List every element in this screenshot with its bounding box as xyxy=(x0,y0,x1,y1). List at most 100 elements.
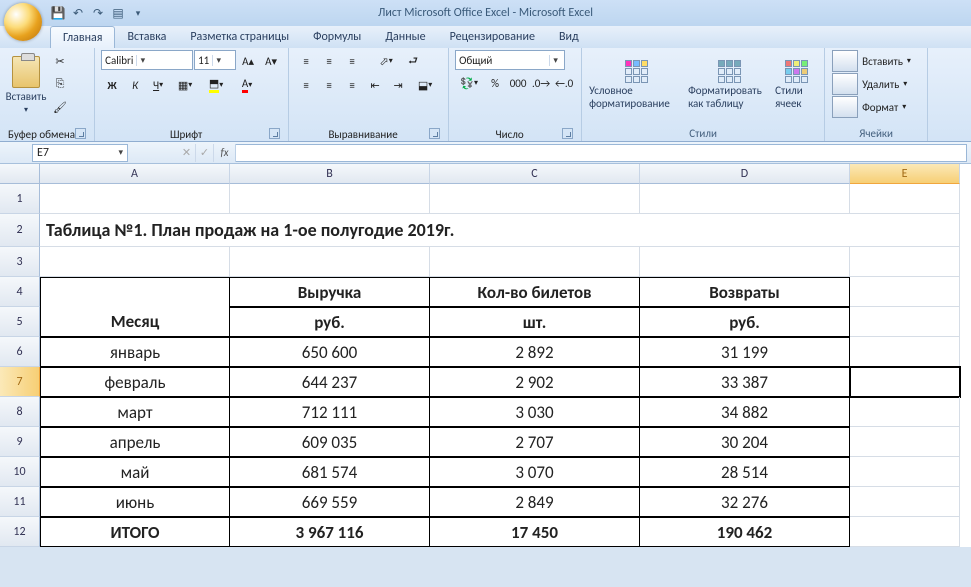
row-header-4[interactable]: 4 xyxy=(0,277,40,307)
bold-button[interactable]: Ж xyxy=(101,74,123,96)
cell[interactable]: Кол-во билетов xyxy=(430,277,640,307)
cell[interactable] xyxy=(640,184,850,214)
cell[interactable]: 32 276 xyxy=(640,487,850,517)
cell[interactable] xyxy=(850,247,960,277)
cell[interactable]: 2 849 xyxy=(430,487,640,517)
office-button[interactable] xyxy=(4,3,42,41)
cell[interactable] xyxy=(850,184,960,214)
cell[interactable]: шт. xyxy=(430,307,640,337)
cell[interactable] xyxy=(850,307,960,337)
tab-view[interactable]: Вид xyxy=(547,26,591,48)
cell[interactable]: 609 035 xyxy=(230,427,430,457)
align-center-icon[interactable]: ≡ xyxy=(318,74,340,96)
percent-icon[interactable]: % xyxy=(484,72,506,94)
shrink-font-icon[interactable]: A▾ xyxy=(260,50,282,72)
currency-icon[interactable]: 💱▾ xyxy=(455,72,483,94)
cell[interactable]: апрель xyxy=(40,427,230,457)
cell[interactable]: Возвраты xyxy=(640,277,850,307)
decrease-decimal-icon[interactable]: ←.0 xyxy=(553,72,575,94)
fx-icon[interactable]: fx xyxy=(214,144,236,162)
orientation-icon[interactable]: ⬀▾ xyxy=(371,50,401,72)
col-header-b[interactable]: B xyxy=(230,164,430,184)
cell[interactable]: 34 882 xyxy=(640,397,850,427)
format-as-table-button[interactable]: Форматировать как таблицу xyxy=(687,50,771,120)
merge-cells-icon[interactable]: ⬓▾ xyxy=(410,74,440,96)
cell[interactable]: май xyxy=(40,457,230,487)
font-color-icon[interactable]: A▾ xyxy=(232,74,262,96)
row-header-11[interactable]: 11 xyxy=(0,487,40,517)
cell[interactable]: июнь xyxy=(40,487,230,517)
cell[interactable]: руб. xyxy=(640,307,850,337)
row-header-12[interactable]: 12 xyxy=(0,517,40,547)
cell[interactable] xyxy=(430,184,640,214)
row-header-1[interactable]: 1 xyxy=(0,184,40,214)
row-header-5[interactable]: 5 xyxy=(0,307,40,337)
col-header-c[interactable]: C xyxy=(430,164,640,184)
clipboard-launcher-icon[interactable] xyxy=(75,128,86,139)
fill-color-icon[interactable]: ⬒▾ xyxy=(201,74,231,96)
cell[interactable]: 669 559 xyxy=(230,487,430,517)
borders-icon[interactable]: ▦▾ xyxy=(170,74,200,96)
delete-cells-button[interactable]: Удалить▾ xyxy=(831,73,921,95)
tab-insert[interactable]: Вставка xyxy=(115,26,178,48)
cell[interactable] xyxy=(850,487,960,517)
cell[interactable]: 17 450 xyxy=(430,517,640,547)
title-cell[interactable]: Таблица №1. План продаж на 1-ое полугоди… xyxy=(40,214,960,247)
cell[interactable]: 2 902 xyxy=(430,367,640,397)
align-left-icon[interactable]: ≡ xyxy=(295,74,317,96)
cell[interactable] xyxy=(430,247,640,277)
copy-icon[interactable]: ⎘ xyxy=(49,73,71,95)
cell[interactable]: 2 707 xyxy=(430,427,640,457)
font-size-select[interactable]: 11▾ xyxy=(194,50,236,70)
cell[interactable] xyxy=(230,247,430,277)
cell[interactable]: 33 387 xyxy=(640,367,850,397)
cell[interactable]: Месяц xyxy=(40,307,230,337)
qat-customize-icon[interactable]: ▾ xyxy=(130,5,146,21)
undo-icon[interactable]: ↶ xyxy=(70,5,86,21)
row-header-8[interactable]: 8 xyxy=(0,397,40,427)
redo-icon[interactable]: ↷ xyxy=(90,5,106,21)
cell[interactable]: 190 462 xyxy=(640,517,850,547)
italic-button[interactable]: К xyxy=(124,74,146,96)
align-top-icon[interactable]: ≡ xyxy=(295,50,317,72)
cell[interactable]: ИТОГО xyxy=(40,517,230,547)
cell[interactable]: 31 199 xyxy=(640,337,850,367)
number-launcher-icon[interactable] xyxy=(562,128,573,139)
conditional-formatting-button[interactable]: Условное форматирование xyxy=(588,50,684,120)
indent-decrease-icon[interactable]: ⇤ xyxy=(364,74,386,96)
cell[interactable]: 30 204 xyxy=(640,427,850,457)
format-painter-icon[interactable]: 🖌 xyxy=(49,96,71,118)
font-name-select[interactable]: Calibri▾ xyxy=(101,50,193,70)
tab-formulas[interactable]: Формулы xyxy=(301,26,373,48)
grow-font-icon[interactable]: A▴ xyxy=(237,50,259,72)
cell-styles-button[interactable]: Стили ячеек xyxy=(774,50,818,120)
col-header-d[interactable]: D xyxy=(640,164,850,184)
row-header-10[interactable]: 10 xyxy=(0,457,40,487)
tab-home[interactable]: Главная xyxy=(50,26,115,48)
align-middle-icon[interactable]: ≡ xyxy=(318,50,340,72)
format-cells-button[interactable]: Формат▾ xyxy=(831,96,921,118)
align-bottom-icon[interactable]: ≡ xyxy=(341,50,363,72)
cell[interactable]: март xyxy=(40,397,230,427)
cell[interactable]: 681 574 xyxy=(230,457,430,487)
cell[interactable]: 3 070 xyxy=(430,457,640,487)
cut-icon[interactable]: ✂ xyxy=(49,50,71,72)
cell[interactable]: февраль xyxy=(40,367,230,397)
formula-input[interactable] xyxy=(236,144,967,162)
cell[interactable] xyxy=(230,184,430,214)
cell[interactable] xyxy=(850,517,960,547)
cell[interactable]: 644 237 xyxy=(230,367,430,397)
increase-decimal-icon[interactable]: .0→ xyxy=(530,72,552,94)
indent-increase-icon[interactable]: ⇥ xyxy=(387,74,409,96)
save-icon[interactable]: 💾 xyxy=(50,5,66,21)
insert-cells-button[interactable]: Вставить▾ xyxy=(831,50,921,72)
tab-review[interactable]: Рецензирование xyxy=(438,26,547,48)
cell[interactable]: 28 514 xyxy=(640,457,850,487)
col-header-a[interactable]: A xyxy=(40,164,230,184)
col-header-e[interactable]: E xyxy=(850,164,960,184)
cell[interactable]: руб. xyxy=(230,307,430,337)
cell[interactable] xyxy=(850,277,960,307)
cell[interactable] xyxy=(850,427,960,457)
number-format-select[interactable]: Общий▾ xyxy=(455,50,565,70)
alignment-launcher-icon[interactable] xyxy=(429,128,440,139)
